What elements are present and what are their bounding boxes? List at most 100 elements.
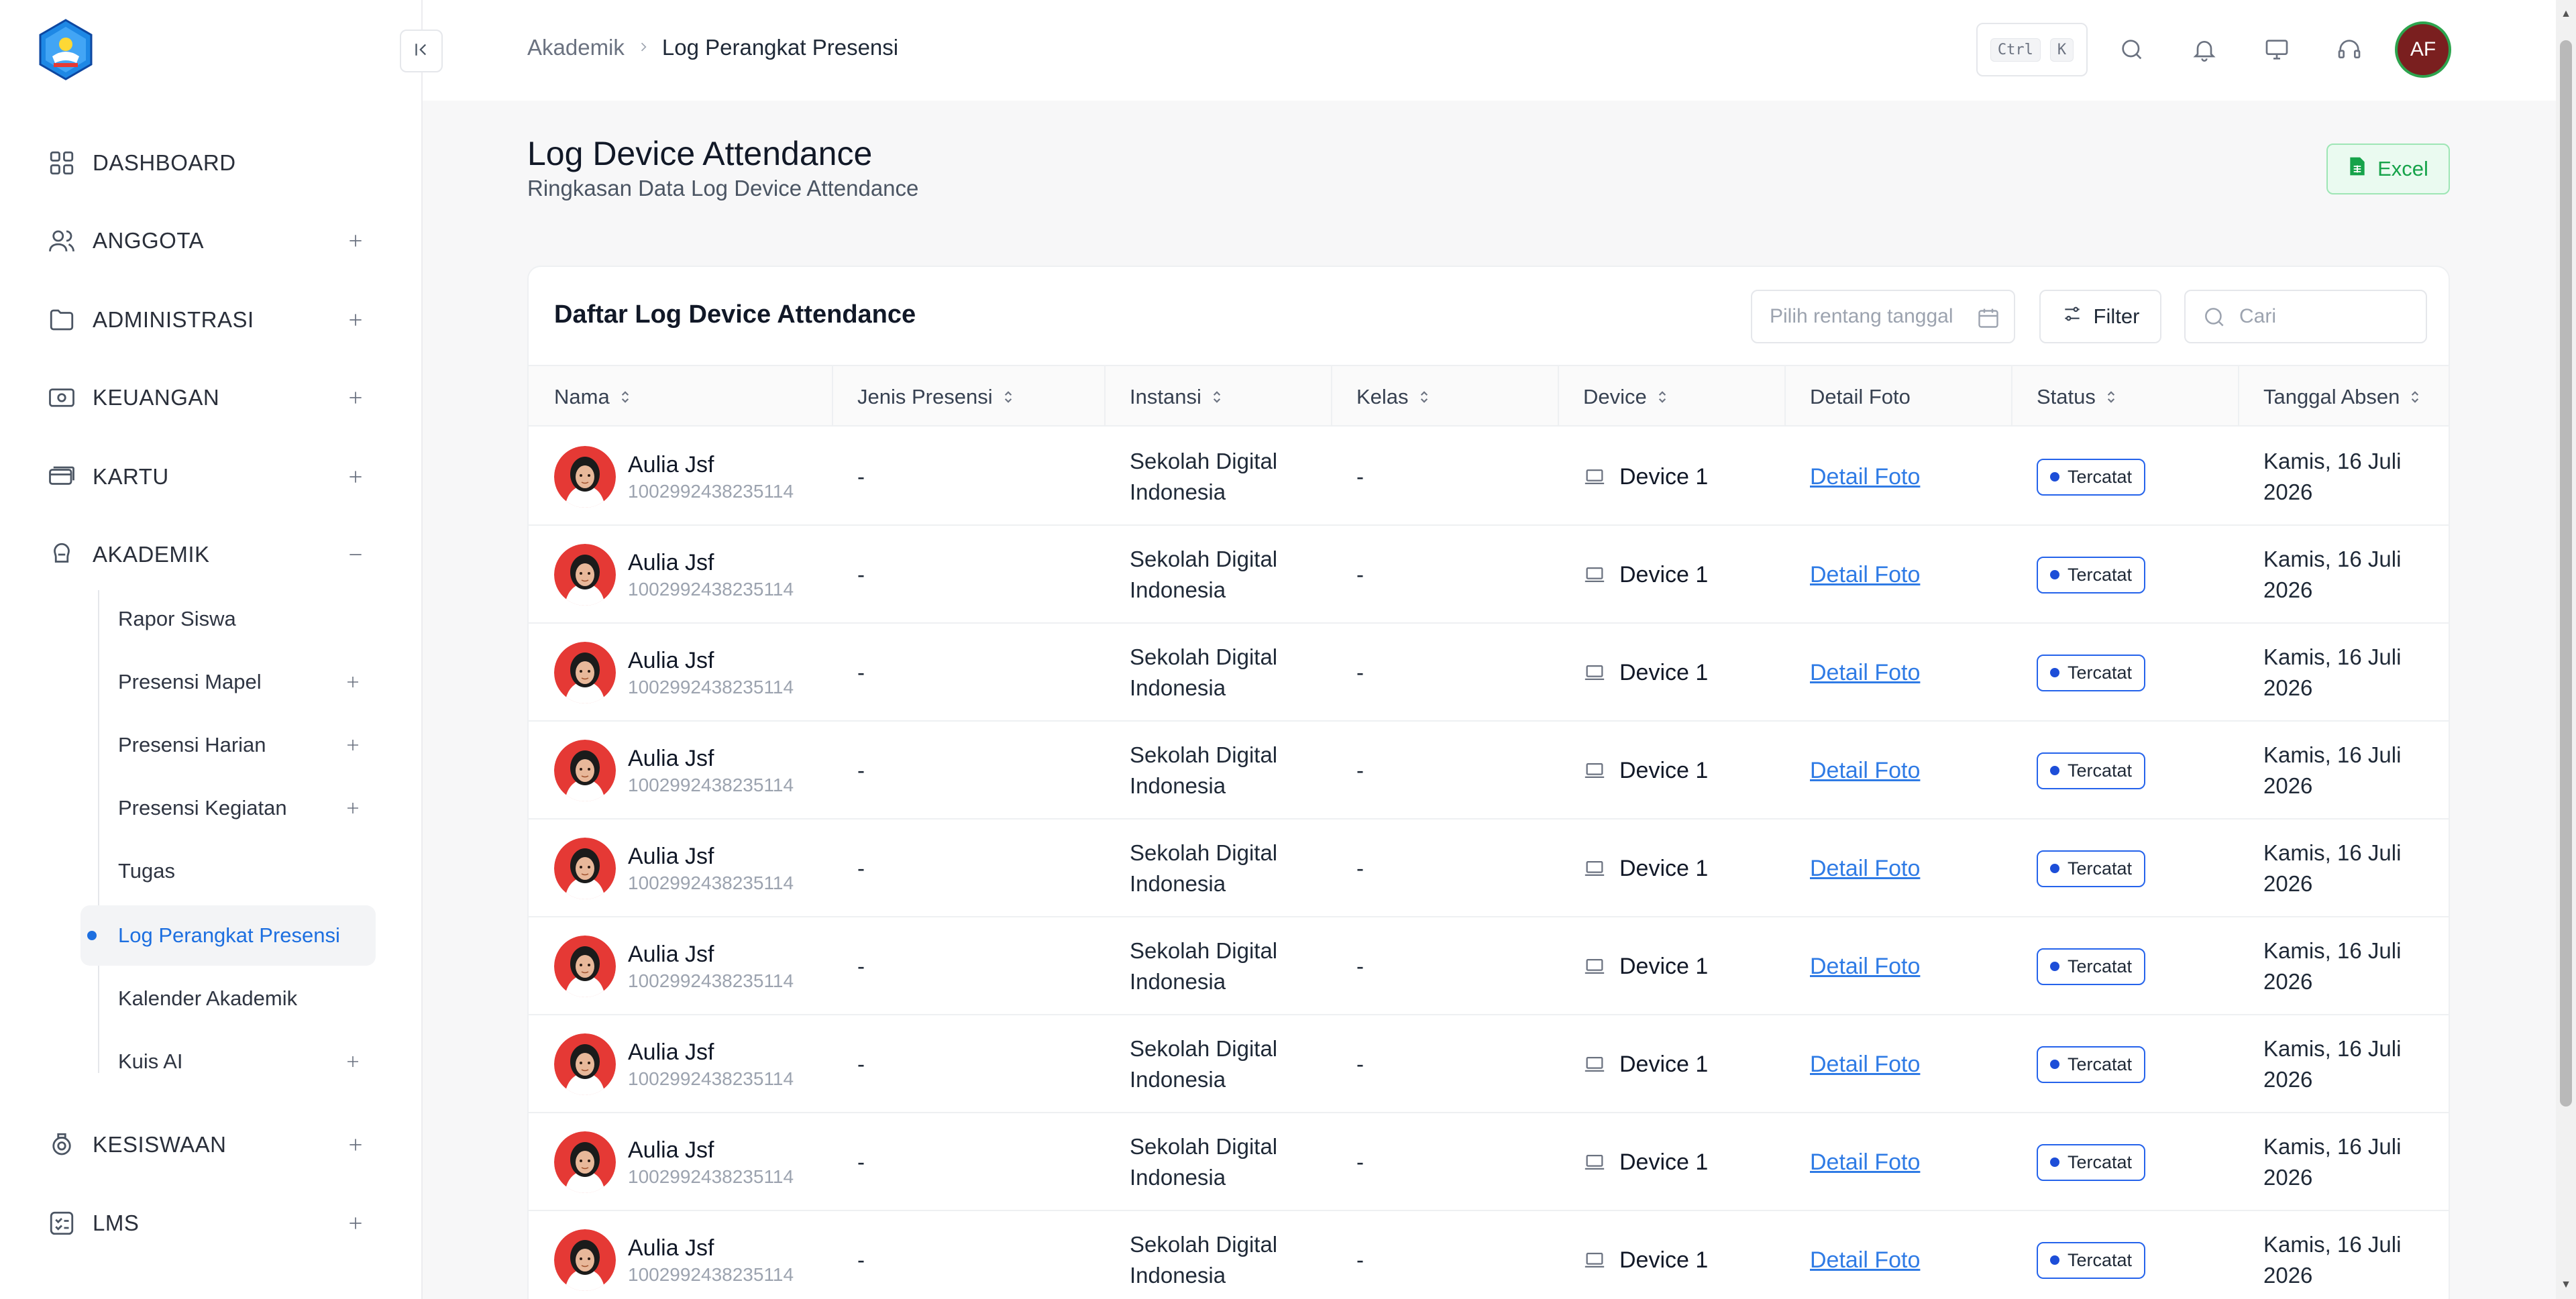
column-header-kelas[interactable]: Kelas (1356, 366, 1430, 428)
sidebar-subitem-rapor-siswa[interactable]: Rapor Siswa (80, 589, 376, 649)
scroll-down-arrow-icon[interactable]: ▼ (2561, 1279, 2571, 1290)
student-photo[interactable] (554, 1033, 616, 1095)
table-row[interactable]: Aulia Jsf 1002992438235114 - Sekolah Dig… (529, 1113, 2449, 1211)
export-excel-button[interactable]: Excel (2326, 144, 2450, 194)
sort-icon[interactable] (1418, 388, 1430, 406)
student-name: Aulia Jsf (628, 843, 714, 869)
sort-icon[interactable] (1656, 388, 1668, 406)
sidebar-subitem-presensi-kegiatan[interactable]: Presensi Kegiatan (80, 778, 376, 838)
plus-icon[interactable] (343, 1133, 368, 1157)
student-id: 1002992438235114 (628, 774, 794, 795)
sidebar-item-kartu[interactable]: KARTU (46, 457, 368, 497)
scroll-up-arrow-icon[interactable]: ▲ (2561, 8, 2571, 19)
student-photo[interactable] (554, 544, 616, 606)
plus-icon[interactable] (342, 797, 364, 819)
page-scrollbar[interactable]: ▲ ▼ (2556, 0, 2576, 1299)
search-icon[interactable] (2113, 31, 2151, 68)
table-row[interactable]: Aulia Jsf 1002992438235114 - Sekolah Dig… (529, 820, 2449, 917)
column-header-device[interactable]: Device (1583, 366, 1668, 428)
detail-foto-link[interactable]: Detail Foto (1810, 1052, 1920, 1078)
student-photo[interactable] (554, 1131, 616, 1193)
detail-foto-link[interactable]: Detail Foto (1810, 856, 1920, 882)
plus-icon[interactable] (343, 308, 368, 332)
sidebar-item-anggota[interactable]: ANGGOTA (46, 221, 368, 261)
column-header-jenis-presensi[interactable]: Jenis Presensi (857, 366, 1014, 428)
sort-icon[interactable] (1211, 388, 1223, 406)
student-photo[interactable] (554, 446, 616, 508)
sidebar-subitem-presensi-harian[interactable]: Presensi Harian (80, 715, 376, 775)
laptop-icon (1583, 1054, 1606, 1074)
user-avatar[interactable]: AF (2395, 21, 2451, 78)
sidebar-item-keuangan[interactable]: KEUANGAN (46, 378, 368, 418)
instansi-line: Sekolah Digital (1130, 1036, 1278, 1061)
table-row[interactable]: Aulia Jsf 1002992438235114 - Sekolah Dig… (529, 722, 2449, 820)
table-row[interactable]: Aulia Jsf 1002992438235114 - Sekolah Dig… (529, 1211, 2449, 1299)
instansi-line: Indonesia (1130, 479, 1226, 504)
plus-icon[interactable] (342, 671, 364, 693)
student-photo[interactable] (554, 642, 616, 703)
plus-icon[interactable] (343, 386, 368, 410)
plus-icon[interactable] (342, 1051, 364, 1072)
minus-icon[interactable] (343, 543, 368, 567)
status-badge: Tercatat (2037, 948, 2146, 985)
plus-icon[interactable] (343, 1211, 368, 1235)
plus-icon[interactable] (342, 734, 364, 756)
sort-icon[interactable] (1002, 388, 1014, 406)
tut-wuri-handayani-logo[interactable] (34, 17, 98, 82)
instansi-line: Sekolah Digital (1130, 938, 1278, 963)
collapse-sidebar-button[interactable] (400, 30, 443, 72)
sidebar-subitem-kalender-akademik[interactable]: Kalender Akademik (80, 968, 376, 1029)
table-row[interactable]: Aulia Jsf 1002992438235114 - Sekolah Dig… (529, 428, 2449, 526)
sidebar-item-label: ADMINISTRASI (93, 307, 254, 332)
tanggal-line: 2026 (2263, 1263, 2313, 1288)
column-header-instansi[interactable]: Instansi (1130, 366, 1223, 428)
date-range-picker[interactable]: Pilih rentang tanggal (1751, 290, 2015, 343)
table-row[interactable]: Aulia Jsf 1002992438235114 - Sekolah Dig… (529, 624, 2449, 722)
table-row[interactable]: Aulia Jsf 1002992438235114 - Sekolah Dig… (529, 526, 2449, 624)
cell-status: Tercatat (2037, 428, 2146, 526)
sidebar-subitem-label: Tugas (118, 859, 176, 883)
filter-button[interactable]: Filter (2039, 290, 2161, 343)
bell-icon[interactable] (2186, 31, 2223, 68)
student-photo[interactable] (554, 936, 616, 997)
detail-foto-link[interactable]: Detail Foto (1810, 1247, 1920, 1274)
plus-icon[interactable] (343, 465, 368, 489)
sidebar-item-akademik[interactable]: AKADEMIK (46, 534, 368, 575)
sidebar-item-lms[interactable]: LMS (46, 1203, 368, 1243)
column-header-nama[interactable]: Nama (554, 366, 631, 428)
table-row[interactable]: Aulia Jsf 1002992438235114 - Sekolah Dig… (529, 917, 2449, 1015)
sort-icon[interactable] (619, 388, 631, 406)
command-palette-shortcut[interactable]: Ctrl K (1976, 23, 2088, 76)
breadcrumb-akademik[interactable]: Akademik (527, 35, 625, 60)
plus-icon[interactable] (343, 229, 368, 253)
detail-foto-link[interactable]: Detail Foto (1810, 1149, 1920, 1176)
sidebar-item-administrasi[interactable]: ADMINISTRASI (46, 300, 368, 340)
cell-nama: Aulia Jsf 1002992438235114 (554, 820, 794, 917)
headset-icon[interactable] (2330, 31, 2368, 68)
search-input[interactable]: Cari (2184, 290, 2427, 343)
detail-foto-link[interactable]: Detail Foto (1810, 464, 1920, 490)
sidebar-subitem-presensi-mapel[interactable]: Presensi Mapel (80, 652, 376, 712)
sidebar-item-dashboard[interactable]: DASHBOARD (46, 143, 368, 183)
scrollbar-thumb[interactable] (2560, 40, 2572, 1107)
cell-kelas: - (1356, 624, 1364, 722)
sidebar-subitem-log-perangkat-presensi[interactable]: Log Perangkat Presensi (80, 905, 376, 966)
detail-foto-link[interactable]: Detail Foto (1810, 954, 1920, 980)
detail-foto-link[interactable]: Detail Foto (1810, 758, 1920, 784)
detail-foto-link[interactable]: Detail Foto (1810, 562, 1920, 588)
cell-kelas: - (1356, 1015, 1364, 1113)
sidebar-subitem-kuis-ai[interactable]: Kuis AI (80, 1031, 376, 1092)
column-header-status[interactable]: Status (2037, 366, 2117, 428)
monitor-icon[interactable] (2258, 31, 2296, 68)
column-header-tanggal-absen[interactable]: Tanggal Absen (2263, 366, 2421, 428)
sidebar-subitem-tugas[interactable]: Tugas (80, 841, 376, 901)
table-row[interactable]: Aulia Jsf 1002992438235114 - Sekolah Dig… (529, 1015, 2449, 1113)
date-range-placeholder: Pilih rentang tanggal (1770, 305, 1953, 327)
sort-icon[interactable] (2409, 388, 2421, 406)
student-photo[interactable] (554, 740, 616, 801)
student-photo[interactable] (554, 838, 616, 899)
detail-foto-link[interactable]: Detail Foto (1810, 660, 1920, 686)
sidebar-item-kesiswaan[interactable]: KESISWAAN (46, 1125, 368, 1165)
sort-icon[interactable] (2105, 388, 2117, 406)
student-photo[interactable] (554, 1229, 616, 1291)
